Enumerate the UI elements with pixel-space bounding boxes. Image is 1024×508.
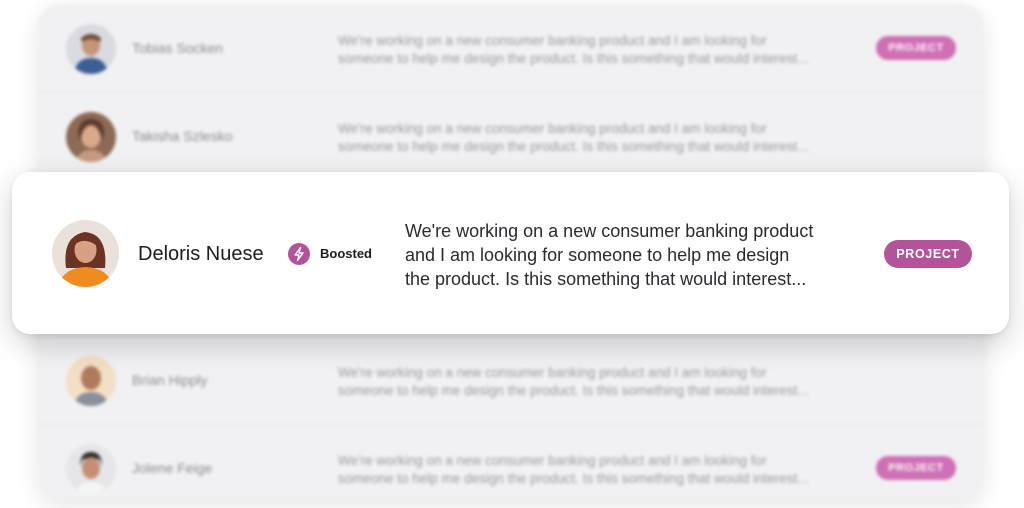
avatar <box>66 112 116 162</box>
lightning-bolt-icon <box>288 243 310 265</box>
project-tag: PROJECT <box>876 456 956 480</box>
project-tag[interactable]: PROJECT <box>884 240 972 268</box>
avatar <box>66 356 116 406</box>
list-item[interactable]: Takisha Szlesko We're working on a new c… <box>38 92 984 181</box>
sender-name: Brian Hipply <box>132 372 208 388</box>
avatar <box>52 220 119 287</box>
message-preview: We're working on a new consumer banking … <box>338 33 809 66</box>
list-item[interactable]: Brian Hipply We're working on a new cons… <box>38 336 984 425</box>
sender-name: Deloris Nuese <box>138 243 264 265</box>
message-preview: We're working on a new consumer banking … <box>338 365 809 398</box>
avatar <box>66 24 116 74</box>
list-item[interactable]: Jolene Feige We're working on a new cons… <box>38 424 984 500</box>
focused-list-item[interactable]: Deloris Nuese Boosted We're working on a… <box>12 172 1009 334</box>
avatar <box>66 444 116 494</box>
sender-name: Takisha Szlesko <box>132 128 233 144</box>
sender-name: Jolene Feige <box>132 460 213 476</box>
sender-name: Tobias Socken <box>132 40 224 56</box>
message-preview: We're working on a new consumer banking … <box>338 121 809 154</box>
boosted-label: Boosted <box>320 246 372 261</box>
list-item[interactable]: Tobias Socken We're working on a new con… <box>38 4 984 93</box>
message-preview: We're working on a new consumer banking … <box>338 453 809 486</box>
project-tag: PROJECT <box>876 36 956 60</box>
message-preview: We're working on a new consumer banking … <box>405 221 814 289</box>
